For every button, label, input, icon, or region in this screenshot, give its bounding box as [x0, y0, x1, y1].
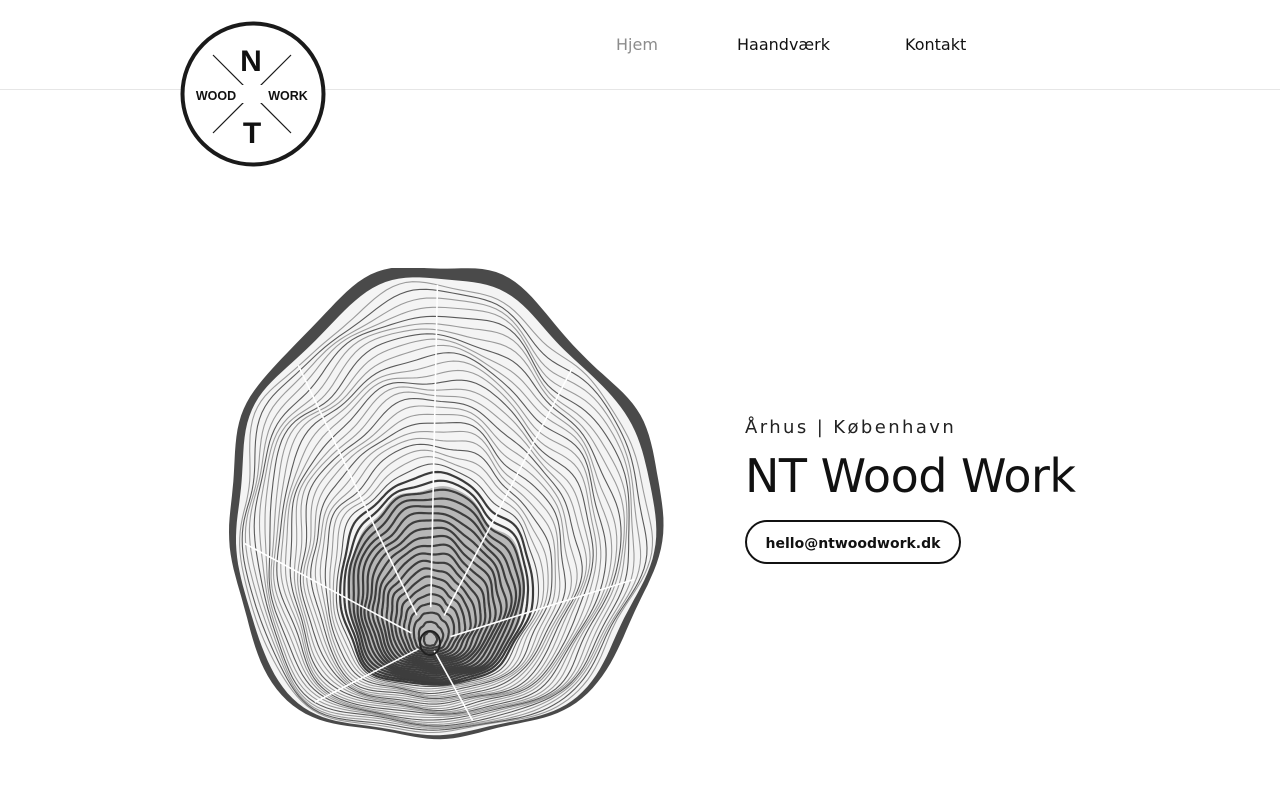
email-button[interactable]: hello@ntwoodwork.dk — [745, 520, 961, 564]
tree-rings-icon — [215, 267, 665, 753]
nav-item-kontakt[interactable]: Kontakt — [905, 33, 966, 57]
nav-item-haandvaerk[interactable]: Haandværk — [737, 33, 830, 57]
hero-subtitle: Århus | København — [745, 417, 957, 438]
logo-word-wood: WOOD — [196, 89, 236, 103]
hero-text: Århus | København NT Wood Work hello@ntw… — [745, 414, 1225, 564]
logo-word-work: WORK — [268, 89, 308, 103]
site-logo[interactable]: N T WOOD WORK — [180, 21, 326, 167]
nav-item-hjem[interactable]: Hjem — [616, 33, 658, 57]
logo-letter-t: T — [243, 117, 261, 150]
logo-letter-n: N — [240, 45, 262, 78]
hero-title: NT Wood Work — [745, 449, 1076, 503]
